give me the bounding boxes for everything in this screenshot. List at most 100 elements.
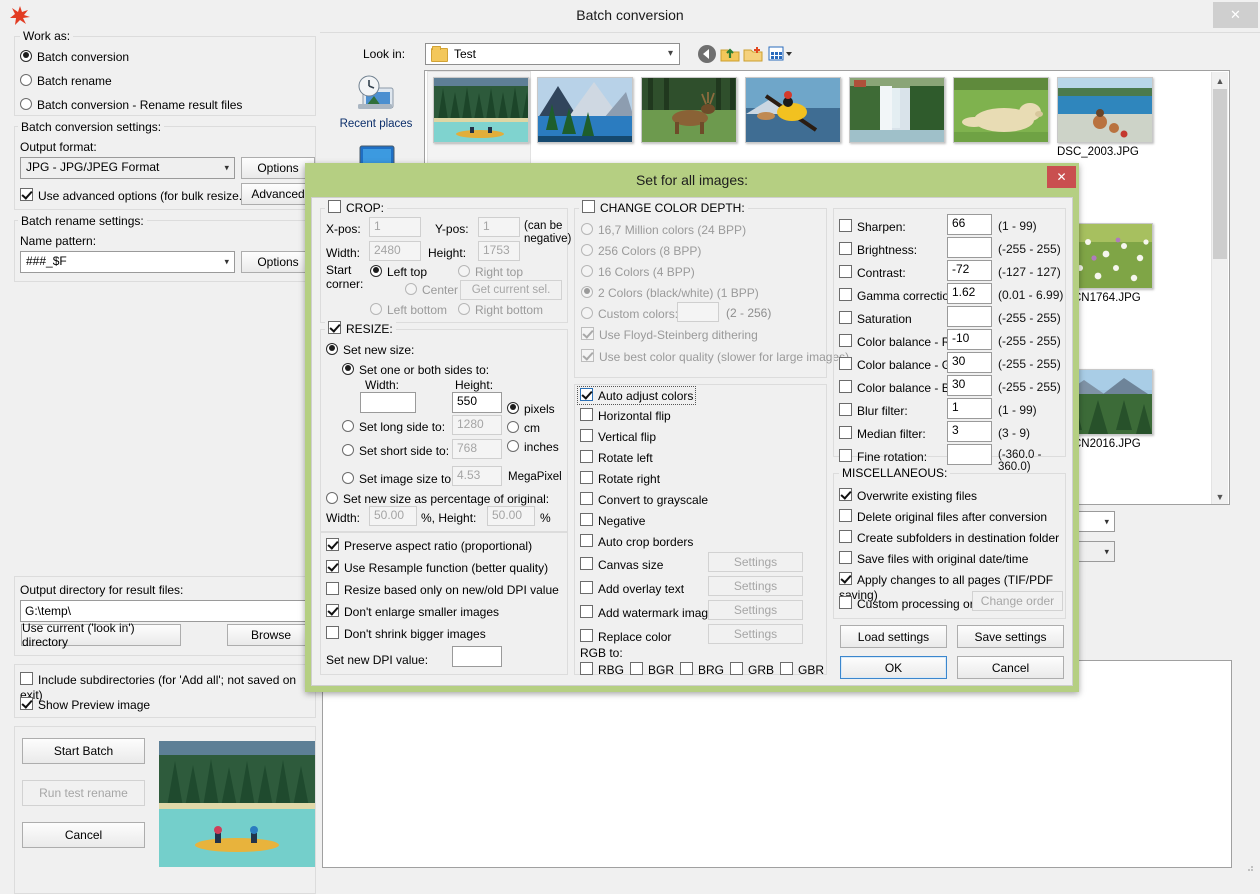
color-balance-g-input[interactable]: 30 [947, 352, 992, 373]
floyd-steinberg-checkbox[interactable]: Use Floyd-Steinberg dithering [581, 327, 758, 342]
radio-unit-inches[interactable]: inches [507, 439, 559, 454]
get-current-sel-button[interactable]: Get current sel. [460, 280, 562, 300]
rgb-bgr-checkbox[interactable]: BGR [630, 662, 674, 677]
dialog-close-button[interactable]: ✕ [1047, 166, 1076, 188]
crop-width-input[interactable]: 2480 [369, 241, 421, 261]
dont-enlarge-checkbox[interactable]: Don't enlarge smaller images [326, 604, 499, 619]
radio-batch-conversion-rename[interactable]: Batch conversion - Rename result files [20, 97, 242, 112]
scroll-down-icon[interactable]: ▼ [1212, 488, 1228, 504]
gamma-correction-checkbox[interactable]: Gamma correction: [839, 288, 959, 303]
radio-right-top[interactable]: Right top [458, 264, 523, 279]
look-in-combo[interactable]: Test ▾ [425, 43, 680, 65]
color-balance-b-checkbox[interactable]: Color balance - B: [839, 380, 953, 395]
replace-color-settings-button[interactable]: Settings [708, 624, 803, 644]
change-color-depth-checkbox[interactable]: CHANGE COLOR DEPTH: [579, 200, 748, 215]
short-side-input[interactable]: 768 [452, 439, 502, 459]
replace-color-checkbox[interactable]: Replace color [580, 629, 671, 644]
long-side-input[interactable]: 1280 [452, 415, 502, 435]
negative-checkbox[interactable]: Negative [580, 513, 645, 528]
new-folder-icon[interactable] [743, 44, 763, 64]
radio-left-bottom[interactable]: Left bottom [370, 302, 447, 317]
custom-processing-order-checkbox[interactable]: Custom processing order [839, 596, 991, 611]
radio-set-percentage[interactable]: Set new size as percentage of original: [326, 491, 549, 506]
rgb-rbg-checkbox[interactable]: RBG [580, 662, 624, 677]
blur-filter-input[interactable]: 1 [947, 398, 992, 419]
scrollbar-thumb[interactable] [1213, 89, 1227, 259]
start-batch-button[interactable]: Start Batch [22, 738, 145, 764]
canvas-size-settings-button[interactable]: Settings [708, 552, 803, 572]
radio-left-top[interactable]: Left top [370, 264, 427, 279]
rgb-brg-checkbox[interactable]: BRG [680, 662, 724, 677]
pct-width-input[interactable]: 50.00 [369, 506, 417, 526]
add-overlay-text-checkbox[interactable]: Add overlay text [580, 581, 684, 596]
list-item[interactable]: DSC_2003.JPG [1057, 77, 1157, 158]
radio-24bpp[interactable]: 16,7 Million colors (24 BPP) [581, 222, 746, 237]
saturation-input[interactable] [947, 306, 992, 327]
resize-grip-icon[interactable] [1244, 861, 1254, 871]
gamma-correction-input[interactable]: 1.62 [947, 283, 992, 304]
radio-unit-pixels[interactable]: pixels [507, 401, 555, 416]
list-item[interactable] [641, 77, 741, 146]
custom-colors-input[interactable] [677, 302, 719, 322]
vertical-flip-checkbox[interactable]: Vertical flip [580, 429, 656, 444]
scroll-up-icon[interactable]: ▲ [1212, 72, 1228, 89]
output-dir-input[interactable]: G:\temp\ [20, 600, 315, 622]
blur-filter-checkbox[interactable]: Blur filter: [839, 403, 908, 418]
show-preview-checkbox[interactable]: Show Preview image [20, 697, 150, 712]
pct-height-input[interactable]: 50.00 [487, 506, 535, 526]
add-watermark-checkbox[interactable]: Add watermark image [580, 605, 715, 620]
resize-width-input[interactable] [360, 392, 416, 413]
saturation-checkbox[interactable]: Saturation [839, 311, 912, 326]
rgb-grb-checkbox[interactable]: GRB [730, 662, 774, 677]
radio-set-new-size[interactable]: Set new size: [326, 342, 414, 357]
list-item[interactable] [953, 77, 1053, 146]
median-filter-input[interactable]: 3 [947, 421, 992, 442]
radio-batch-conversion[interactable]: Batch conversion [20, 49, 129, 64]
radio-set-image-size[interactable]: Set image size to: [342, 471, 454, 486]
recent-places-icon[interactable] [336, 74, 416, 116]
back-icon[interactable] [697, 44, 717, 64]
resize-by-dpi-checkbox[interactable]: Resize based only on new/old DPI value [326, 582, 559, 597]
dialog-cancel-button[interactable]: Cancel [957, 656, 1064, 679]
use-resample-checkbox[interactable]: Use Resample function (better quality) [326, 560, 548, 575]
dont-shrink-checkbox[interactable]: Don't shrink bigger images [326, 626, 486, 641]
color-balance-b-input[interactable]: 30 [947, 375, 992, 396]
resize-height-input[interactable]: 550 [452, 392, 502, 413]
output-format-combo[interactable]: JPG - JPG/JPEG Format ▾ [20, 157, 235, 179]
preserve-aspect-ratio-checkbox[interactable]: Preserve aspect ratio (proportional) [326, 538, 532, 553]
run-test-rename-button[interactable]: Run test rename [22, 780, 145, 806]
radio-1bpp[interactable]: 2 Colors (black/white) (1 BPP) [581, 285, 759, 300]
horizontal-flip-checkbox[interactable]: Horizontal flip [580, 408, 671, 423]
delete-originals-checkbox[interactable]: Delete original files after conversion [839, 509, 1047, 524]
browse-button[interactable]: Browse [227, 624, 315, 646]
name-pattern-combo[interactable]: ###_$F ▾ [20, 251, 235, 273]
auto-adjust-colors-checkbox[interactable]: Auto adjust colors [576, 386, 697, 405]
up-folder-icon[interactable] [720, 44, 740, 64]
resize-checkbox[interactable]: RESIZE: [325, 321, 396, 336]
fine-rotation-checkbox[interactable]: Fine rotation: [839, 449, 927, 464]
rename-options-button[interactable]: Options [241, 251, 315, 273]
radio-8bpp[interactable]: 256 Colors (8 BPP) [581, 243, 701, 258]
radio-batch-rename[interactable]: Batch rename [20, 73, 112, 88]
radio-set-long-side[interactable]: Set long side to: [342, 419, 445, 434]
radio-set-one-or-both-sides[interactable]: Set one or both sides to: [342, 362, 489, 377]
list-item[interactable] [849, 77, 949, 146]
image-size-input[interactable]: 4.53 [452, 466, 502, 486]
auto-crop-borders-checkbox[interactable]: Auto crop borders [580, 534, 693, 549]
median-filter-checkbox[interactable]: Median filter: [839, 426, 926, 441]
rotate-right-checkbox[interactable]: Rotate right [580, 471, 660, 486]
change-order-button[interactable]: Change order [972, 591, 1063, 611]
radio-unit-cm[interactable]: cm [507, 420, 540, 435]
radio-4bpp[interactable]: 16 Colors (4 BPP) [581, 264, 695, 279]
use-current-dir-button[interactable]: Use current ('look in') directory [21, 621, 181, 649]
rotate-left-checkbox[interactable]: Rotate left [580, 450, 653, 465]
contrast-checkbox[interactable]: Contrast: [839, 265, 906, 280]
brightness-input[interactable] [947, 237, 992, 258]
overlay-text-settings-button[interactable]: Settings [708, 576, 803, 596]
brightness-checkbox[interactable]: Brightness: [839, 242, 917, 257]
ok-button[interactable]: OK [840, 656, 947, 679]
contrast-input[interactable]: -72 [947, 260, 992, 281]
convert-grayscale-checkbox[interactable]: Convert to grayscale [580, 492, 708, 507]
color-balance-g-checkbox[interactable]: Color balance - G: [839, 357, 954, 372]
color-balance-r-input[interactable]: -10 [947, 329, 992, 350]
